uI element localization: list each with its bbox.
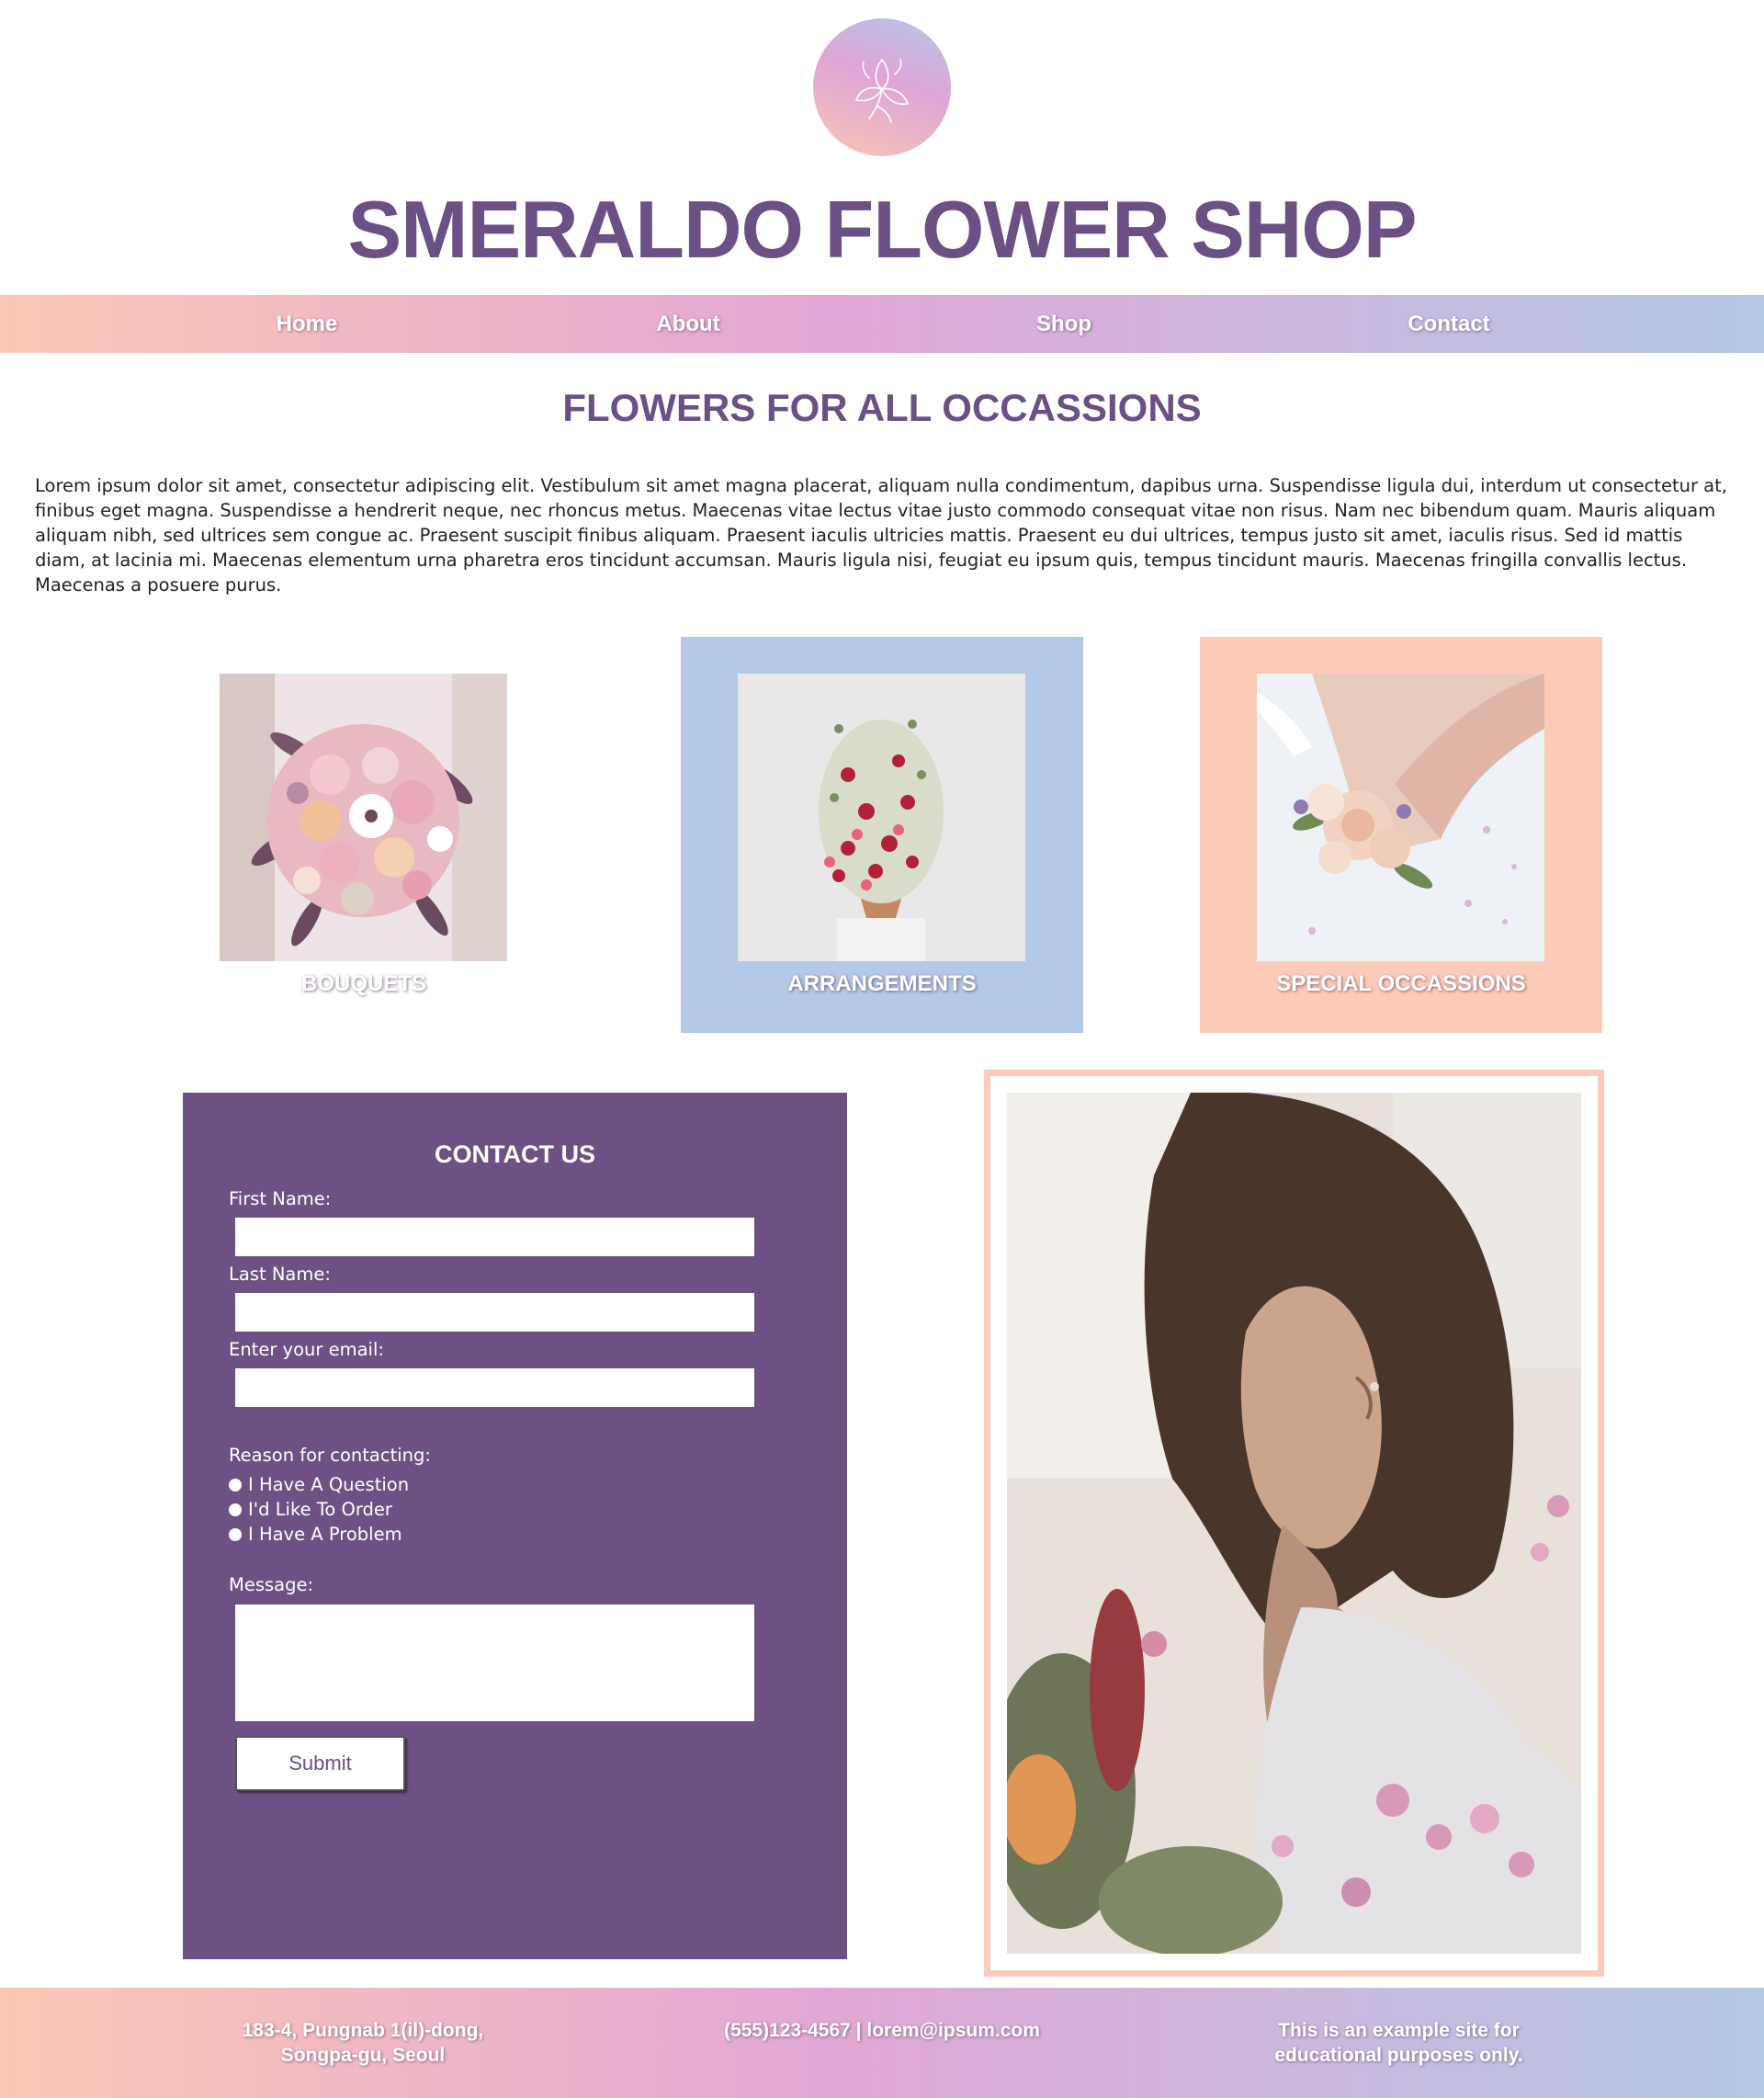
reason-label: Reason for contacting: xyxy=(229,1445,431,1466)
last-name-label: Last Name: xyxy=(229,1264,331,1285)
reason-option-order[interactable]: I'd Like To Order xyxy=(229,1499,392,1520)
radio-button[interactable] xyxy=(229,1503,242,1516)
main-nav: Home About Shop Contact xyxy=(0,295,1764,353)
contact-title: CONTACT US xyxy=(435,1140,595,1168)
category-card-bouquets[interactable]: BOUQUETS xyxy=(163,637,565,1033)
site-footer: 183-4, Pungnab 1(il)-dong, Songpa-gu, Se… xyxy=(0,1988,1764,2098)
radio-button[interactable] xyxy=(229,1527,242,1541)
last-name-field[interactable] xyxy=(235,1293,754,1332)
radio-label: I'd Like To Order xyxy=(248,1499,392,1520)
nav-about[interactable]: About xyxy=(596,295,780,353)
footer-contact: (555)123-4567 | lorem@ipsum.com xyxy=(724,2020,1040,2041)
category-label: SPECIAL OCCASSIONS xyxy=(1276,971,1526,996)
radio-label: I Have A Question xyxy=(248,1474,410,1495)
submit-button[interactable]: Submit xyxy=(235,1736,405,1791)
bouquet-photo xyxy=(220,674,507,961)
first-name-field[interactable] xyxy=(235,1218,754,1256)
arrangement-photo xyxy=(738,674,1025,961)
shop-logo[interactable] xyxy=(813,18,951,156)
email-field[interactable] xyxy=(235,1368,754,1407)
section-heading: FLOWERS FOR ALL OCCASSIONS xyxy=(562,386,1202,429)
radio-button[interactable] xyxy=(229,1478,242,1491)
reason-option-question[interactable]: I Have A Question xyxy=(229,1474,409,1495)
flower-line-icon xyxy=(854,58,910,123)
email-label: Enter your email: xyxy=(229,1339,384,1360)
contact-form: CONTACT US First Name: Last Name: Enter … xyxy=(183,1093,847,1959)
category-card-arrangements[interactable]: ARRANGEMENTS xyxy=(681,637,1083,1033)
category-card-special-occassions[interactable]: SPECIAL OCCASSIONS xyxy=(1200,637,1602,1033)
florist-portrait xyxy=(1007,1093,1581,1954)
category-label: ARRANGEMENTS xyxy=(787,971,977,996)
site-title: SMERALDO FLOWER SHOP xyxy=(347,184,1417,275)
footer-disclaimer: This is an example site for educational … xyxy=(1274,2020,1523,2066)
first-name-label: First Name: xyxy=(229,1188,332,1209)
radio-label: I Have A Problem xyxy=(248,1524,402,1545)
footer-address: 183-4, Pungnab 1(il)-dong, Songpa-gu, Se… xyxy=(242,2020,484,2066)
nav-shop[interactable]: Shop xyxy=(972,295,1156,353)
message-label: Message: xyxy=(229,1574,314,1595)
nav-contact[interactable]: Contact xyxy=(1357,295,1541,353)
reason-option-problem[interactable]: I Have A Problem xyxy=(229,1524,402,1545)
intro-paragraph: Lorem ipsum dolor sit amet, consectetur … xyxy=(35,475,1727,595)
message-textarea[interactable] xyxy=(235,1605,754,1721)
corsage-photo xyxy=(1257,674,1544,961)
nav-home[interactable]: Home xyxy=(215,295,399,353)
category-label: BOUQUETS xyxy=(300,971,426,996)
